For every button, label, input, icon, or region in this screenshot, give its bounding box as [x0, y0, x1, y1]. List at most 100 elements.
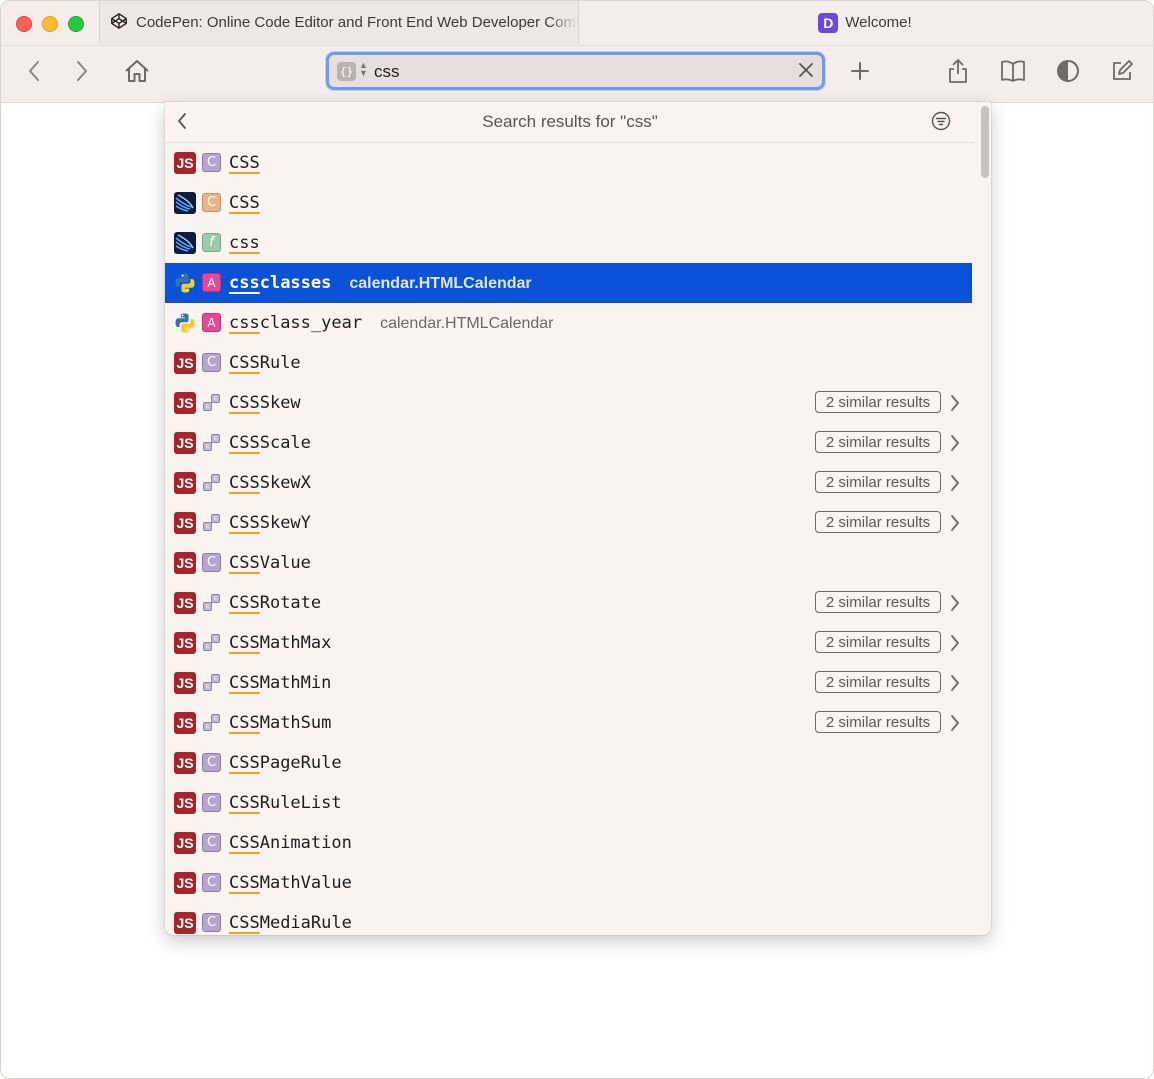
- result-name-rest: PageRule: [259, 753, 342, 773]
- result-name-match: CSS: [229, 633, 260, 653]
- result-name-match: CSS: [229, 673, 260, 693]
- similar-results-badge[interactable]: 2 similar results: [815, 631, 941, 653]
- javascript-icon: JS: [174, 912, 196, 934]
- toolbar: {} ▲ ▼ css: [1, 46, 1153, 103]
- result-row[interactable]: JS c c CSSSkewX 2 similar results: [165, 463, 972, 503]
- similar-results-badge[interactable]: 2 similar results: [815, 591, 941, 613]
- result-row[interactable]: JS c c CSSRotate 2 similar results: [165, 583, 972, 623]
- result-row[interactable]: JS C CSSValue: [165, 543, 972, 583]
- zoom-window-button[interactable]: [68, 16, 84, 32]
- address-input[interactable]: css: [374, 62, 400, 82]
- javascript-icon: JS: [174, 392, 196, 414]
- filter-icon[interactable]: [931, 111, 951, 136]
- result-name-rest: MathSum: [259, 713, 332, 733]
- chevron-right-icon[interactable]: [949, 473, 961, 498]
- javascript-icon: JS: [174, 432, 196, 454]
- result-row[interactable]: JS c c CSSSkewY 2 similar results: [165, 503, 972, 543]
- class-icon: C: [202, 833, 221, 852]
- result-name-match: css: [229, 273, 260, 293]
- swift-icon: [174, 232, 196, 254]
- result-name: CSSMathMin: [229, 673, 331, 693]
- similar-results-badge[interactable]: 2 similar results: [815, 711, 941, 733]
- javascript-icon: JS: [174, 792, 196, 814]
- clear-icon[interactable]: [796, 60, 816, 85]
- minimize-window-button[interactable]: [42, 16, 58, 32]
- class-icon: C: [202, 873, 221, 892]
- similar-results-badge[interactable]: 2 similar results: [815, 511, 941, 533]
- result-name-match: CSS: [229, 513, 260, 533]
- result-name-rest: MathValue: [259, 873, 352, 893]
- result-name-rest: MathMax: [259, 633, 332, 653]
- chevron-right-icon[interactable]: [949, 673, 961, 698]
- result-row[interactable]: JS C CSSRule: [165, 343, 972, 383]
- theme-button[interactable]: [1053, 58, 1083, 88]
- result-name-match: CSS: [229, 153, 260, 173]
- result-row[interactable]: JS C CSSMediaRule: [165, 903, 972, 935]
- chevron-right-icon[interactable]: [949, 393, 961, 418]
- result-row[interactable]: f css: [165, 223, 972, 263]
- similar-results-badge[interactable]: 2 similar results: [815, 431, 941, 453]
- updown-icon[interactable]: ▲ ▼: [359, 61, 368, 78]
- close-window-button[interactable]: [16, 16, 32, 32]
- result-name-rest: Skew: [259, 393, 301, 413]
- similar-results-badge[interactable]: 2 similar results: [815, 671, 941, 693]
- bookmarks-button[interactable]: [998, 58, 1028, 88]
- chevron-right-icon[interactable]: [949, 713, 961, 738]
- result-row[interactable]: JS c c CSSMathMin 2 similar results: [165, 663, 972, 703]
- result-name-match: CSS: [229, 593, 260, 613]
- chevron-right-icon[interactable]: [949, 593, 961, 618]
- chevron-right-icon[interactable]: [949, 633, 961, 658]
- results-header: Search results for "css": [165, 102, 975, 143]
- tab-welcome[interactable]: D Welcome!: [577, 1, 1153, 44]
- share-button[interactable]: [943, 58, 973, 88]
- result-name: CSSAnimation: [229, 833, 352, 853]
- result-row[interactable]: JS c c CSSScale 2 similar results: [165, 423, 972, 463]
- chevron-right-icon[interactable]: [949, 513, 961, 538]
- multiple-kinds-icon: cc: [202, 433, 221, 452]
- chevron-right-icon[interactable]: [949, 433, 961, 458]
- javascript-icon: JS: [174, 512, 196, 534]
- result-row[interactable]: Acssclasses calendar.HTMLCalendar: [165, 263, 972, 303]
- similar-results-badge[interactable]: 2 similar results: [815, 471, 941, 493]
- back-chevron-icon[interactable]: [175, 111, 189, 136]
- compose-button[interactable]: [1107, 58, 1137, 88]
- similar-results-badge[interactable]: 2 similar results: [815, 391, 941, 413]
- result-row[interactable]: JS C CSSPageRule: [165, 743, 972, 783]
- result-row[interactable]: JS c c CSSSkew 2 similar results: [165, 383, 972, 423]
- javascript-icon: JS: [174, 152, 196, 174]
- swift-icon: [174, 192, 196, 214]
- home-button[interactable]: [122, 58, 152, 88]
- scrollbar[interactable]: [981, 106, 989, 178]
- result-name-match: css: [229, 233, 260, 253]
- new-tab-button[interactable]: [845, 58, 875, 88]
- result-row[interactable]: JS c c CSSMathSum 2 similar results: [165, 703, 972, 743]
- class-icon: C: [202, 353, 221, 372]
- codepen-icon: [110, 12, 128, 34]
- result-row[interactable]: JS C CSS: [165, 143, 972, 183]
- result-context: calendar.HTMLCalendar: [349, 275, 532, 292]
- function-icon: f: [202, 233, 221, 252]
- chevron-left-icon: [27, 60, 41, 87]
- result-name-rest: SkewY: [259, 513, 311, 533]
- result-row[interactable]: JS c c CSSMathMax 2 similar results: [165, 623, 972, 663]
- address-bar[interactable]: {} ▲ ▼ css: [326, 52, 825, 90]
- javascript-icon: JS: [174, 472, 196, 494]
- back-button[interactable]: [19, 58, 49, 88]
- result-row[interactable]: JS C CSSRuleList: [165, 783, 972, 823]
- forward-button[interactable]: [67, 58, 97, 88]
- result-row[interactable]: C CSS: [165, 183, 972, 223]
- tab-codepen[interactable]: CodePen: Online Code Editor and Front En…: [99, 1, 579, 44]
- result-row[interactable]: JS C CSSAnimation: [165, 823, 972, 863]
- result-row[interactable]: JS C CSSMathValue: [165, 863, 972, 903]
- result-name-rest: MathMin: [259, 673, 332, 693]
- tab-title: Welcome!: [845, 14, 912, 31]
- result-row[interactable]: Acssclass_year calendar.HTMLCalendar: [165, 303, 972, 343]
- result-name-match: CSS: [229, 393, 260, 413]
- class-icon: C: [202, 193, 221, 212]
- results-title: Search results for "css": [482, 112, 658, 131]
- result-name-match: CSS: [229, 833, 260, 853]
- result-name-match: CSS: [229, 353, 260, 373]
- javascript-icon: JS: [174, 712, 196, 734]
- result-name-rest: Animation: [259, 833, 352, 853]
- javascript-icon: JS: [174, 352, 196, 374]
